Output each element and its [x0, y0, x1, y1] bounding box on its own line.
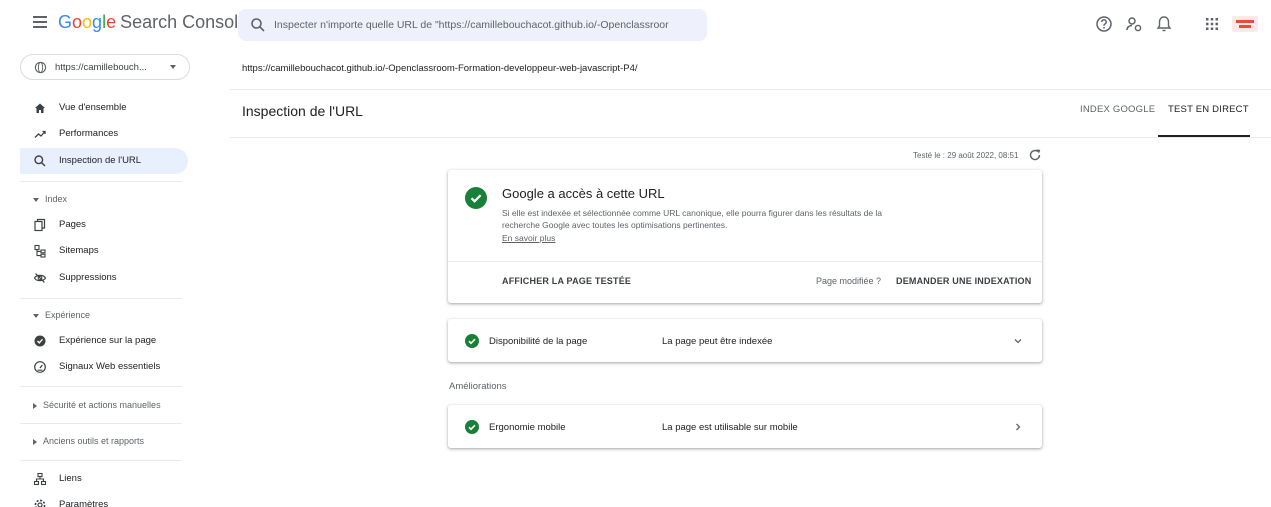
brand-logo[interactable]: [1232, 16, 1258, 32]
property-label: https://camillebouch...: [55, 62, 147, 73]
tab-live-test[interactable]: TEST EN DIRECT: [1168, 104, 1249, 115]
sidebar-divider: [20, 181, 182, 182]
url-inspection-search[interactable]: [238, 9, 707, 41]
check-circle-icon: [465, 334, 479, 348]
view-tested-page-button[interactable]: AFFICHER LA PAGE TESTÉE: [502, 276, 631, 286]
trending-icon: [34, 130, 46, 138]
help-icon[interactable]: [1094, 14, 1114, 34]
tab-index-google[interactable]: INDEX GOOGLE: [1080, 104, 1155, 115]
apps-grid-icon[interactable]: [1202, 14, 1222, 34]
sidebar-section-security[interactable]: Sécurité et actions manuelles: [33, 400, 161, 410]
google-search-console-logo[interactable]: Google Search Console: [58, 12, 248, 33]
status-card: Google a accès à cette URL Si elle est i…: [448, 170, 1042, 303]
page-title: Inspection de l'URL: [242, 103, 363, 119]
request-indexing-button[interactable]: DEMANDER UNE INDEXATION: [896, 276, 1031, 286]
chevron-down-icon[interactable]: [1013, 336, 1023, 346]
account-admin-icon[interactable]: [1124, 14, 1144, 34]
caret-right-icon: [33, 438, 37, 445]
mobile-usability-row[interactable]: Ergonomie mobile La page est utilisable …: [448, 405, 1042, 448]
caret-down-icon: [33, 197, 39, 202]
check-circle-icon: [465, 187, 487, 209]
learn-more-link[interactable]: En savoir plus: [502, 233, 555, 243]
property-selector[interactable]: https://camillebouch...: [20, 54, 190, 80]
mobile-usability-label: Ergonomie mobile: [489, 422, 566, 433]
availability-label: Disponibilité de la page: [489, 336, 588, 347]
notifications-icon[interactable]: [1154, 14, 1174, 34]
settings-icon: [34, 499, 46, 507]
top-app-bar: Google Search Console: [0, 0, 1271, 50]
sidebar-item-url-inspection[interactable]: Inspection de l'URL: [20, 148, 188, 174]
links-icon: [33, 472, 47, 486]
status-description: Si elle est indexée et sélectionnée comm…: [502, 208, 883, 230]
availability-row[interactable]: Disponibilité de la page La page peut êt…: [448, 319, 1042, 362]
status-title: Google a accès à cette URL: [502, 186, 665, 201]
mobile-usability-value: La page est utilisable sur mobile: [662, 422, 798, 433]
search-icon: [251, 18, 265, 32]
sidebar-item-performance[interactable]: Performances: [20, 121, 188, 147]
refresh-icon[interactable]: [1028, 148, 1042, 162]
sidebar-item-pages[interactable]: Pages: [20, 212, 188, 238]
sidebar-item-sitemaps[interactable]: Sitemaps: [20, 238, 188, 264]
search-icon: [34, 155, 46, 167]
speed-icon: [34, 361, 46, 373]
pages-icon: [34, 218, 46, 232]
header-divider: [230, 89, 1271, 90]
inspected-url: https://camillebouchacot.github.io/-Open…: [242, 63, 638, 74]
chevron-down-icon: [170, 65, 176, 69]
home-icon: [35, 103, 45, 113]
sidebar-divider: [20, 460, 182, 461]
sidebar-section-experience[interactable]: Expérience: [33, 310, 90, 320]
sidebar-divider: [20, 423, 182, 424]
page-modified-label: Page modifiée ?: [816, 276, 882, 286]
sidebar-item-core-web-vitals[interactable]: Signaux Web essentiels: [20, 354, 188, 380]
globe-icon: [34, 61, 47, 74]
menu-icon[interactable]: [33, 16, 49, 32]
product-name: Search Console: [120, 12, 249, 32]
sidebar-divider: [20, 298, 182, 299]
sidebar-item-removals[interactable]: Suppressions: [20, 265, 188, 291]
sidebar-item-settings[interactable]: Paramètres: [20, 492, 188, 507]
check-circle-icon: [465, 420, 479, 434]
sidebar-item-links[interactable]: Liens: [20, 466, 188, 492]
sidebar-section-legacy[interactable]: Anciens outils et rapports: [33, 436, 144, 446]
tested-timestamp: Testé le : 29 août 2022, 08:51: [913, 151, 1019, 160]
enhancements-heading: Améliorations: [449, 381, 507, 392]
sidebar-item-page-experience[interactable]: Expérience sur la page: [20, 328, 188, 354]
sidebar-divider: [20, 386, 182, 387]
sitemap-icon: [34, 244, 46, 258]
sidebar-item-overview[interactable]: Vue d'ensemble: [20, 95, 188, 121]
caret-right-icon: [33, 402, 37, 409]
sidebar-section-index[interactable]: Index: [33, 194, 67, 204]
page-experience-icon: [34, 335, 46, 347]
card-divider: [448, 261, 1042, 262]
availability-value: La page peut être indexée: [662, 336, 773, 347]
visibility-off-icon: [33, 273, 47, 283]
tabs-divider: [230, 137, 1271, 138]
search-input[interactable]: [274, 9, 699, 41]
chevron-right-icon[interactable]: [1013, 422, 1023, 432]
caret-down-icon: [33, 313, 39, 318]
